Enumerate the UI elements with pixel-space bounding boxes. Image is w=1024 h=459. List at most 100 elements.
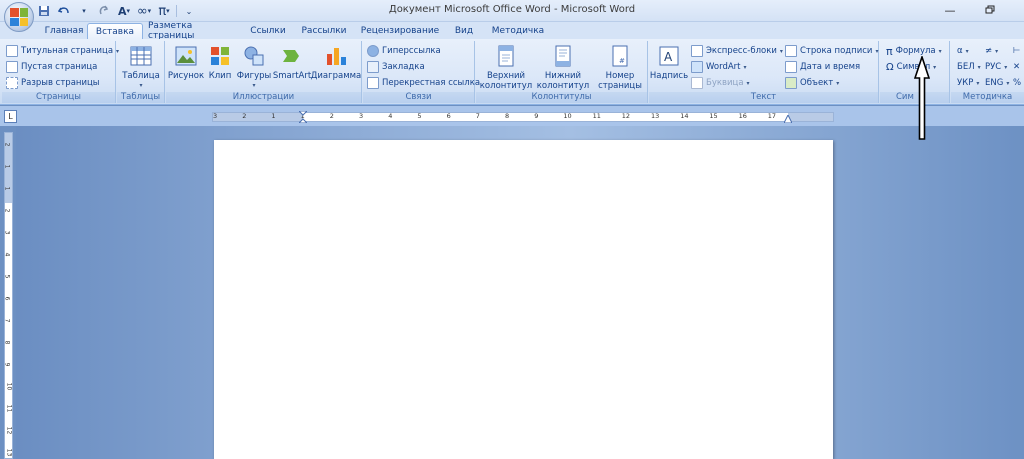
vertical-ruler-tick-label: 11 bbox=[5, 404, 13, 413]
vertical-ruler-tick-label: 6 bbox=[3, 296, 11, 301]
extra-2-icon: ✕ bbox=[1013, 62, 1021, 72]
tab-review[interactable]: Рецензирование bbox=[359, 23, 441, 39]
shapes-button[interactable]: Фигуры ▾ bbox=[236, 44, 272, 91]
rus-button[interactable]: РУС ▾ bbox=[985, 60, 1007, 74]
signature-line-label: Строка подписи bbox=[800, 46, 873, 56]
signature-line-button[interactable]: Строка подписи ▾ bbox=[785, 44, 878, 58]
alpha-button[interactable]: α ▾ bbox=[957, 44, 969, 58]
group-tables: Таблица ▾ Таблицы bbox=[117, 41, 165, 103]
vertical-ruler-tick-label: 5 bbox=[3, 274, 11, 279]
object-button[interactable]: Объект ▾ bbox=[785, 76, 839, 90]
indent-marker-icon[interactable] bbox=[297, 110, 309, 124]
svg-text:A: A bbox=[664, 50, 673, 64]
extra-symbol-icon: ⊢ bbox=[1013, 46, 1021, 56]
page-number-icon: # bbox=[612, 45, 628, 67]
shapes-label: Фигуры bbox=[236, 71, 272, 81]
group-illustrations: Рисунок Клип Фигуры ▾ SmartArt Диаграмма… bbox=[166, 41, 362, 103]
group-methodichka: α ▾ ≠ ▾ ⊢ БЕЛ ▾ РУС ▾ ✕ УКР ▾ ENG ▾ % Методичк… bbox=[951, 41, 1024, 103]
tab-mailings[interactable]: Рассылки bbox=[298, 23, 350, 39]
object-icon bbox=[785, 77, 797, 89]
ruler-tick-label: 3 bbox=[359, 112, 364, 120]
vertical-ruler-tick-label: 7 bbox=[3, 318, 11, 323]
equation-label: Формула bbox=[895, 46, 936, 56]
page-break-button[interactable]: Разрыв страницы bbox=[6, 76, 99, 90]
vertical-ruler-tick-label: 1 bbox=[3, 186, 11, 191]
right-indent-marker-icon[interactable] bbox=[783, 113, 793, 124]
date-time-label: Дата и время bbox=[800, 62, 861, 72]
cross-reference-button[interactable]: Перекрестная ссылка bbox=[367, 76, 480, 90]
horizontal-ruler[interactable]: 3 2 1 1 2 3 4 5 6 7 8 9 10 11 12 13 14 15 16 17 bbox=[212, 110, 834, 124]
page-number-label-1: Номер bbox=[605, 71, 635, 81]
tab-insert[interactable]: Вставка bbox=[87, 23, 143, 39]
tab-view[interactable]: Вид bbox=[449, 23, 479, 39]
page-number-label-2: страницы bbox=[598, 81, 642, 91]
bel-button[interactable]: БЕЛ ▾ bbox=[957, 60, 981, 74]
restore-icon[interactable] bbox=[980, 2, 1000, 18]
chart-icon bbox=[327, 48, 346, 65]
tab-home[interactable]: Главная bbox=[42, 23, 86, 39]
ukr-button[interactable]: УКР ▾ bbox=[957, 76, 979, 90]
eng-label: ENG bbox=[985, 78, 1004, 88]
footer-button[interactable]: Нижний колонтитул bbox=[536, 44, 590, 91]
pi-icon: π bbox=[886, 44, 893, 58]
tab-selector-icon[interactable]: L bbox=[4, 110, 17, 123]
tab-methodichka[interactable]: Методичка bbox=[487, 23, 549, 39]
ukr-label: УКР bbox=[957, 78, 974, 88]
vertical-ruler-tick-label: 2 bbox=[3, 208, 11, 213]
rus-label: РУС bbox=[985, 62, 1002, 72]
vertical-ruler-tick-label: 1 bbox=[3, 164, 11, 169]
ruler-tick-label: 12 bbox=[621, 112, 631, 120]
ruler-tick-label: 7 bbox=[475, 112, 480, 120]
document-page[interactable] bbox=[214, 140, 833, 459]
picture-button[interactable]: Рисунок bbox=[168, 44, 204, 81]
page-number-button[interactable]: # Номер страницы bbox=[594, 44, 646, 91]
object-label: Объект bbox=[800, 78, 834, 88]
group-links: Гиперссылка Закладка Перекрестная ссылка… bbox=[363, 41, 480, 103]
drop-cap-icon bbox=[691, 77, 703, 89]
header-button[interactable]: Верхний колонтитул bbox=[480, 44, 532, 91]
minimize-icon[interactable]: — bbox=[940, 2, 960, 18]
group-pages: Титульная страница ▾ Пустая страница Разр… bbox=[2, 41, 119, 103]
office-button[interactable] bbox=[4, 2, 34, 32]
text-box-button[interactable]: A Надпись bbox=[650, 44, 688, 81]
footer-label-2: колонтитул bbox=[536, 81, 590, 91]
ruler-tick-label: 2 bbox=[329, 112, 334, 120]
svg-text:#: # bbox=[619, 57, 625, 65]
quick-parts-label: Экспресс-блоки bbox=[706, 46, 777, 56]
footer-icon bbox=[555, 45, 571, 67]
table-button[interactable]: Таблица ▾ bbox=[121, 44, 161, 91]
quick-parts-button[interactable]: Экспресс-блоки ▾ bbox=[691, 44, 783, 58]
vertical-ruler[interactable]: 2 1 1 2 3 4 5 6 7 8 9 10 11 12 13 bbox=[3, 132, 13, 459]
vertical-ruler-tick-label: 2 bbox=[3, 142, 11, 147]
window-title: Документ Microsoft Office Word - Microso… bbox=[388, 4, 636, 15]
drop-cap-button[interactable]: Буквица ▾ bbox=[691, 76, 750, 90]
vertical-ruler-tick-label: 13 bbox=[5, 448, 13, 457]
chart-button[interactable]: Диаграмма bbox=[311, 44, 361, 81]
eng-button[interactable]: ENG ▾ bbox=[985, 76, 1009, 90]
quick-parts-icon bbox=[691, 45, 703, 57]
extra-symbol-button[interactable]: ⊢ bbox=[1013, 44, 1020, 58]
percent-button[interactable]: % bbox=[1013, 76, 1021, 90]
tab-references[interactable]: Ссылки bbox=[247, 23, 289, 39]
page-break-icon bbox=[6, 77, 18, 89]
smartart-button[interactable]: SmartArt bbox=[272, 44, 312, 81]
date-time-button[interactable]: Дата и время bbox=[785, 60, 860, 74]
group-links-label: Связи bbox=[363, 92, 474, 103]
neq-button[interactable]: ≠ ▾ bbox=[985, 44, 998, 58]
blank-page-button[interactable]: Пустая страница bbox=[6, 60, 97, 74]
drop-cap-label: Буквица bbox=[706, 78, 744, 88]
bookmark-label: Закладка bbox=[382, 62, 425, 72]
ruler-tick-label: 10 bbox=[563, 112, 572, 120]
ribbon-tabs: Главная Вставка Разметка страницы Ссылки… bbox=[0, 21, 1024, 41]
tab-page-layout[interactable]: Разметка страницы bbox=[148, 21, 240, 41]
table-icon bbox=[130, 46, 152, 66]
ruler-tick-label: 14 bbox=[680, 112, 689, 120]
extra-2-button[interactable]: ✕ bbox=[1013, 60, 1020, 74]
hyperlink-button[interactable]: Гиперссылка bbox=[367, 44, 441, 58]
group-tables-label: Таблицы bbox=[117, 92, 164, 103]
clip-button[interactable]: Клип bbox=[206, 44, 234, 81]
wordart-button[interactable]: WordArt ▾ bbox=[691, 60, 747, 74]
bookmark-button[interactable]: Закладка bbox=[367, 60, 425, 74]
blank-page-label: Пустая страница bbox=[21, 62, 98, 72]
cover-page-button[interactable]: Титульная страница ▾ bbox=[6, 44, 119, 58]
